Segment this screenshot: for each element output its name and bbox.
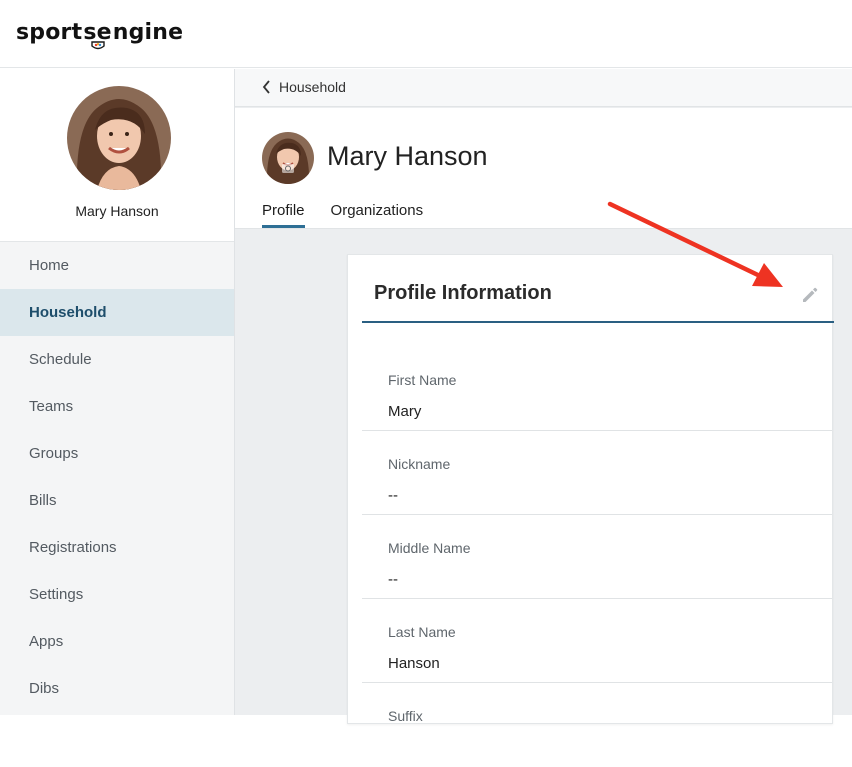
field-label: Nickname xyxy=(388,456,451,472)
logo-text-mid: se xyxy=(82,20,112,50)
sidebar-user-name: Mary Hanson xyxy=(75,203,159,219)
profile-information-card: Profile Information First Name Mary Nick… xyxy=(347,254,834,724)
edit-button[interactable] xyxy=(798,283,822,307)
sidebar: Mary Hanson Home Household Schedule Team… xyxy=(0,69,235,715)
pencil-icon xyxy=(803,287,818,302)
sidebar-item-registrations[interactable]: Registrations xyxy=(0,524,234,571)
tab-profile[interactable]: Profile xyxy=(262,202,305,228)
breadcrumb: Household xyxy=(235,69,852,107)
sidebar-item-bills[interactable]: Bills xyxy=(0,477,234,524)
profile-tabs: Profile Organizations xyxy=(262,202,449,228)
card-title-divider xyxy=(362,321,834,323)
sidebar-item-schedule[interactable]: Schedule xyxy=(0,336,234,383)
sidebar-nav: Home Household Schedule Teams Groups Bil… xyxy=(0,242,234,712)
sidebar-item-settings[interactable]: Settings xyxy=(0,571,234,618)
back-link[interactable]: Household xyxy=(262,79,346,95)
sidebar-item-teams[interactable]: Teams xyxy=(0,383,234,430)
avatar-photo xyxy=(67,86,171,190)
sidebar-item-groups[interactable]: Groups xyxy=(0,430,234,477)
back-link-label: Household xyxy=(279,79,346,95)
main-content: Household Mary Hanson Profile Organizati… xyxy=(235,69,852,724)
sidebar-item-dibs[interactable]: Dibs xyxy=(0,665,234,712)
header-avatar[interactable] xyxy=(262,132,314,184)
card-title: Profile Information xyxy=(374,282,552,304)
field-value: Hanson xyxy=(388,655,440,672)
avatar-photo-small xyxy=(262,132,314,184)
field-value: Mary xyxy=(388,403,422,420)
field-nickname: Nickname -- xyxy=(362,431,832,515)
top-bar: sport se ngine xyxy=(0,0,852,68)
field-label: Suffix xyxy=(388,708,423,724)
field-value: -- xyxy=(388,571,398,588)
field-label: Last Name xyxy=(388,624,456,640)
sidebar-item-household[interactable]: Household xyxy=(0,289,234,336)
sidebar-item-apps[interactable]: Apps xyxy=(0,618,234,665)
field-middle-name: Middle Name -- xyxy=(362,515,832,599)
field-suffix: Suffix xyxy=(362,683,832,767)
tab-organizations[interactable]: Organizations xyxy=(331,202,424,228)
field-label: Middle Name xyxy=(388,540,471,556)
page-header: Mary Hanson Profile Organizations xyxy=(235,108,852,229)
sidebar-item-home[interactable]: Home xyxy=(0,242,234,289)
nbc-shield-icon xyxy=(90,41,105,50)
field-last-name: Last Name Hanson xyxy=(362,599,832,683)
page-title: Mary Hanson xyxy=(327,141,488,171)
chevron-left-icon xyxy=(262,80,270,94)
field-label: First Name xyxy=(388,372,457,388)
logo-text-left: sport xyxy=(16,20,83,45)
logo-text-right: ngine xyxy=(112,20,184,45)
sportsengine-logo[interactable]: sport se ngine xyxy=(16,20,184,50)
field-first-name: First Name Mary xyxy=(362,347,832,431)
avatar[interactable] xyxy=(67,86,171,190)
sidebar-profile: Mary Hanson xyxy=(0,69,234,242)
field-value: -- xyxy=(388,487,398,504)
